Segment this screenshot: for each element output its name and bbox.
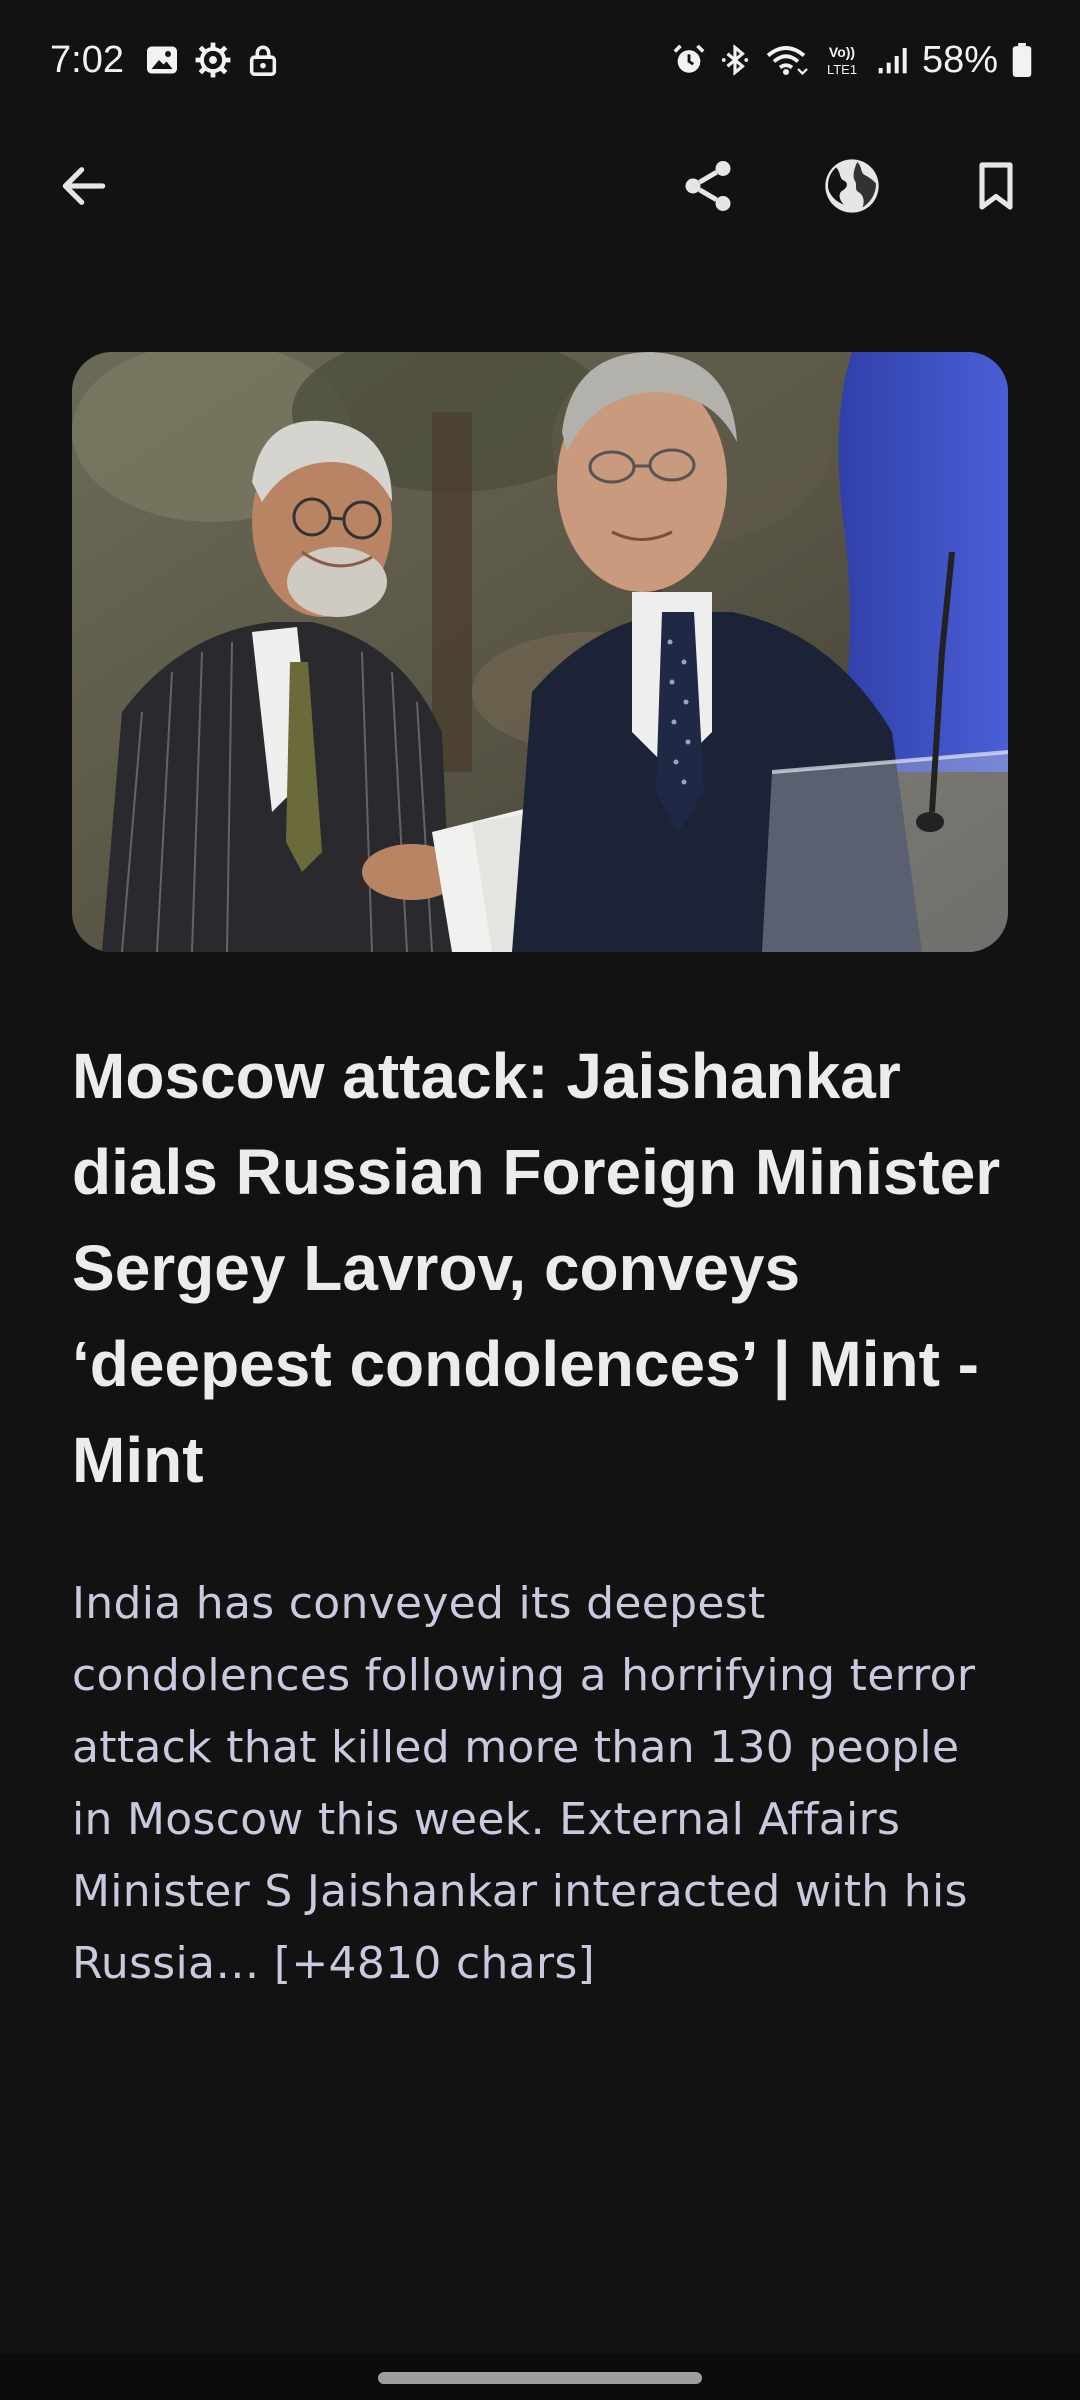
back-button[interactable]	[48, 150, 120, 222]
system-nav-bar	[0, 2354, 1080, 2400]
globe-icon	[825, 159, 879, 213]
image-icon	[144, 42, 180, 78]
status-right: Vo)) LTE1 58%	[672, 39, 1032, 82]
home-indicator[interactable]	[378, 2372, 702, 2384]
lock-icon	[246, 42, 280, 78]
back-arrow-icon	[62, 167, 106, 205]
article-image	[72, 352, 1008, 952]
volte-icon: Vo)) LTE1	[822, 42, 862, 78]
battery-icon	[1012, 43, 1032, 77]
status-left: 7:02	[50, 39, 280, 82]
status-bar: 7:02 Vo)) LTE1 58%	[0, 0, 1080, 120]
article-title: Moscow attack: Jaishankar dials Russian …	[72, 1040, 1001, 1496]
svg-text:Vo)): Vo))	[829, 44, 855, 60]
alarm-icon	[672, 43, 706, 77]
share-icon	[685, 161, 731, 211]
top-app-bar	[0, 130, 1080, 240]
screen: 7:02 Vo)) LTE1 58% Moscow attack: Jaisha…	[0, 0, 1080, 2400]
bookmark-button[interactable]	[960, 150, 1032, 222]
svg-text:LTE1: LTE1	[827, 62, 857, 77]
bluetooth-icon	[720, 43, 750, 77]
bookmark-icon	[979, 162, 1013, 210]
settings-icon	[194, 41, 232, 79]
open-in-browser-button[interactable]	[816, 150, 888, 222]
battery-percent: 58%	[921, 38, 998, 81]
status-time: 7:02	[50, 38, 124, 81]
share-button[interactable]	[672, 150, 744, 222]
wifi-icon	[764, 42, 808, 78]
signal-icon	[876, 43, 908, 77]
article-summary: India has conveyed its deepest condolenc…	[72, 1578, 976, 1989]
